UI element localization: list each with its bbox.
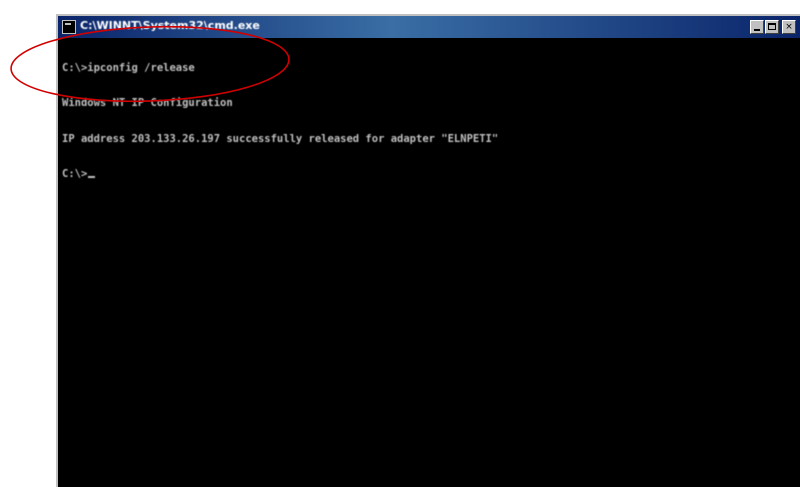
window-title: C:\WINNT\System32\cmd.exe	[80, 19, 260, 32]
prompt-text: C:\>	[62, 168, 88, 180]
close-icon: ×	[785, 22, 793, 32]
text-cursor	[88, 176, 96, 178]
maximize-button[interactable]	[765, 20, 779, 34]
console-line-header: Windows NT IP Configuration	[62, 97, 233, 109]
console-line-command: C:\>ipconfig /release	[62, 62, 195, 74]
title-bar[interactable]: C:\WINNT\System32\cmd.exe ×	[58, 16, 800, 38]
console-line-prompt: C:\>	[62, 167, 96, 181]
cmd-app-icon[interactable]	[62, 20, 76, 34]
window-controls: ×	[750, 20, 796, 34]
close-button[interactable]: ×	[782, 20, 796, 34]
minimize-button[interactable]	[750, 20, 764, 34]
console-line-result: IP address 203.133.26.197 successfully r…	[62, 133, 499, 145]
console-output[interactable]: C:\>ipconfig /release Windows NT IP Conf…	[62, 38, 800, 487]
command-prompt-window: C:\WINNT\System32\cmd.exe × C:\>ipconfig…	[56, 14, 800, 487]
minimize-icon	[754, 29, 760, 31]
maximize-icon	[768, 23, 776, 30]
